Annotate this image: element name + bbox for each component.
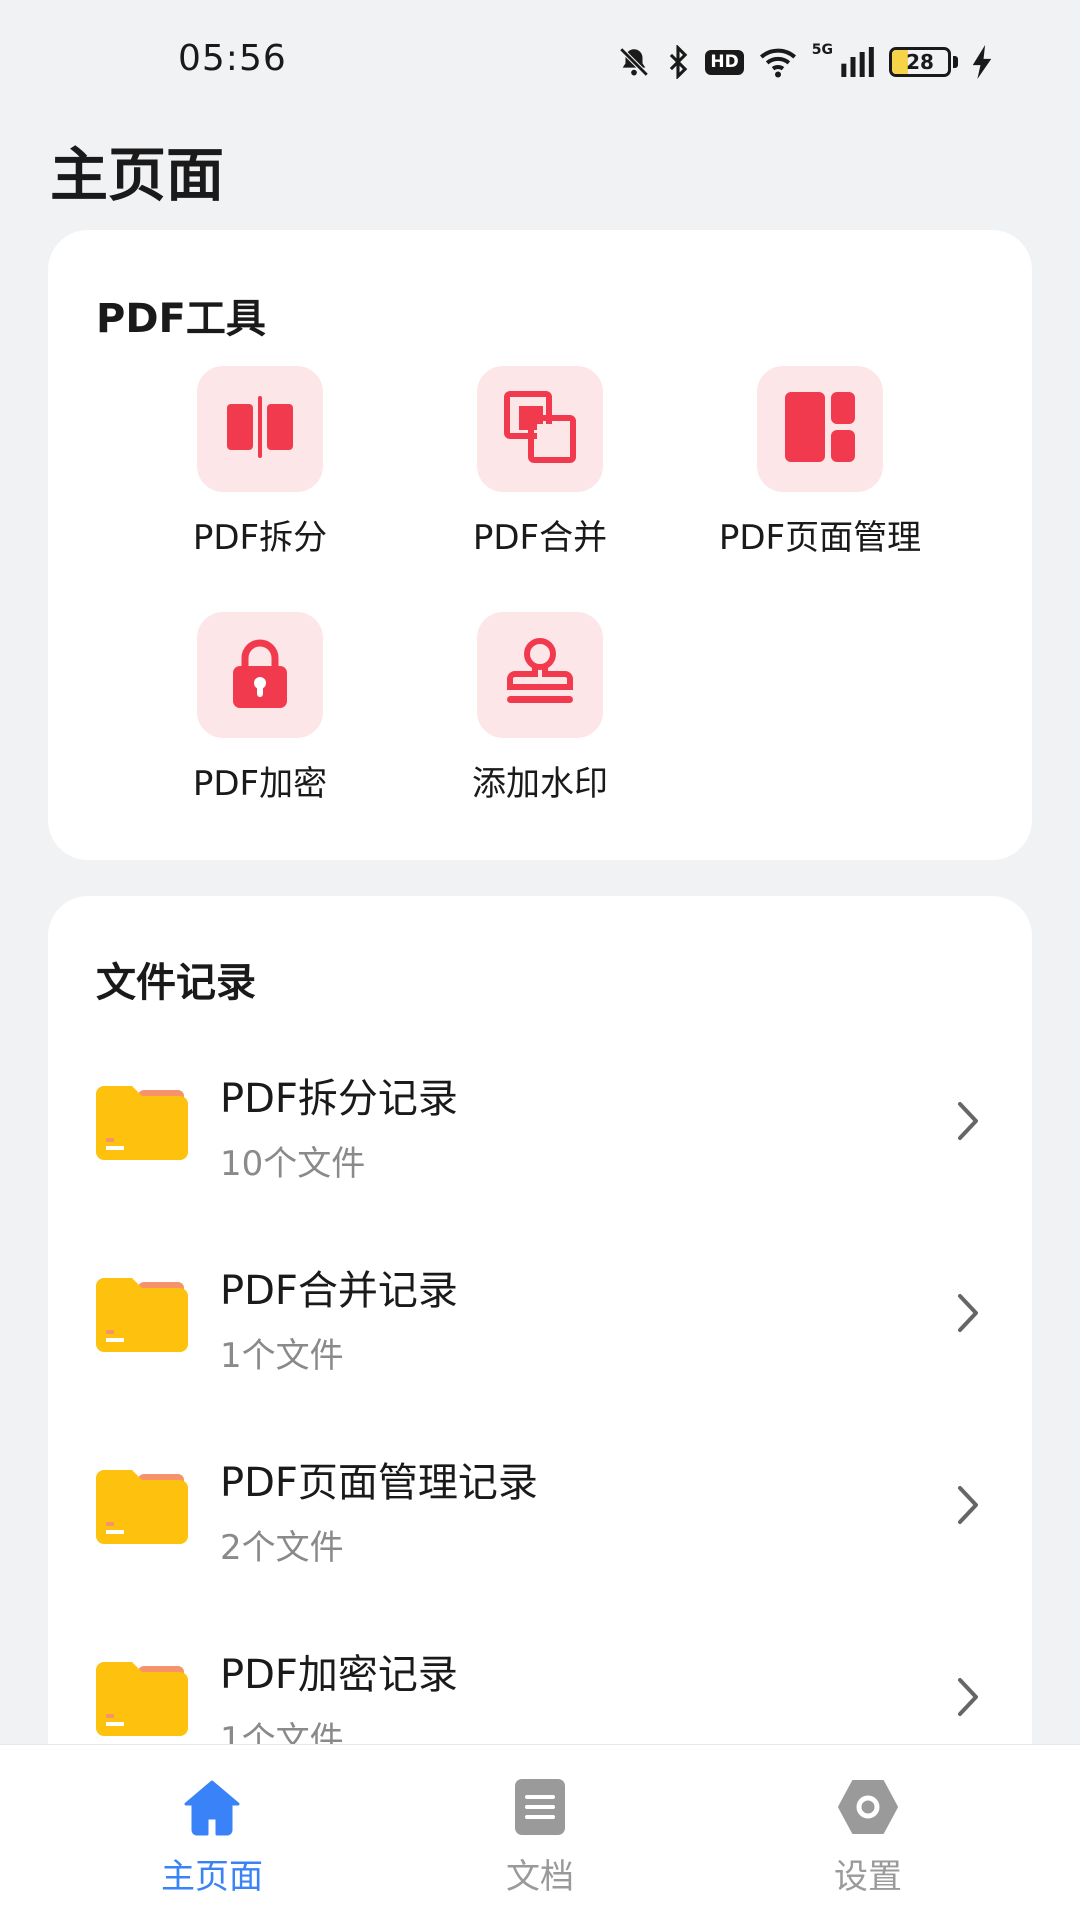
- bottom-nav: 主页面 文档 设置: [0, 1744, 1080, 1920]
- file-records-title: 文件记录: [96, 960, 256, 1006]
- merge-icon: [503, 390, 577, 468]
- nav-label: 文档: [506, 1857, 574, 1897]
- folder-icon: [96, 1276, 188, 1360]
- settings-icon: [768, 1775, 968, 1839]
- lock-icon: [223, 636, 297, 714]
- status-bar: 05:56 HD 5G 28: [0, 0, 1080, 120]
- nav-documents[interactable]: 文档: [440, 1775, 640, 1898]
- tool-pdf-split[interactable]: PDF拆分: [110, 366, 410, 559]
- battery-icon: 28: [889, 47, 951, 77]
- chevron-right-icon: [954, 1674, 984, 1724]
- chevron-right-icon: [954, 1098, 984, 1148]
- folder-icon: [96, 1468, 188, 1552]
- chevron-right-icon: [954, 1482, 984, 1532]
- chevron-right-icon: [954, 1290, 984, 1340]
- split-icon: [223, 390, 297, 468]
- nav-home[interactable]: 主页面: [112, 1775, 312, 1898]
- status-time: 05:56: [178, 38, 287, 79]
- tool-icon-tile: [477, 612, 603, 738]
- tool-pdf-page-manage[interactable]: PDF页面管理: [670, 366, 970, 559]
- folder-icon: [96, 1084, 188, 1168]
- record-item-page-manage[interactable]: PDF页面管理记录 2个文件: [96, 1450, 984, 1600]
- tool-icon-tile: [757, 366, 883, 492]
- nav-label: 设置: [834, 1857, 902, 1897]
- pdf-tools-title: PDF工具: [96, 296, 266, 342]
- tool-icon-tile: [197, 366, 323, 492]
- record-name: PDF加密记录: [220, 1652, 458, 1698]
- tool-label: PDF加密: [192, 764, 328, 804]
- tool-label: PDF拆分: [192, 518, 328, 558]
- folder-icon: [96, 1660, 188, 1744]
- mute-bell-icon: [617, 45, 651, 79]
- bluetooth-icon: [665, 45, 691, 79]
- nav-label: 主页面: [161, 1857, 263, 1897]
- signal-icon: [841, 47, 875, 77]
- tool-label: PDF页面管理: [718, 518, 922, 558]
- hd-badge: HD: [705, 49, 744, 75]
- record-count: 10个文件: [220, 1144, 366, 1184]
- battery-percent: 28: [906, 50, 934, 74]
- page-manage-icon: [783, 390, 857, 468]
- nav-settings[interactable]: 设置: [768, 1775, 968, 1898]
- stamp-icon: [503, 636, 577, 714]
- tool-add-watermark[interactable]: 添加水印: [390, 612, 690, 805]
- battery-tip: [953, 56, 958, 68]
- page-title: 主页面: [50, 141, 225, 209]
- tool-pdf-merge[interactable]: PDF合并: [390, 366, 690, 559]
- tool-icon-tile: [197, 612, 323, 738]
- home-icon: [112, 1775, 312, 1839]
- pdf-tools-card: PDF工具 PDF拆分 PDF合并 PDF页面管理 PDF加密 添加水印: [48, 230, 1032, 860]
- record-count: 2个文件: [220, 1528, 344, 1568]
- network-type: 5G: [811, 42, 833, 58]
- status-icons: HD 5G 28: [617, 40, 992, 84]
- record-item-merge[interactable]: PDF合并记录 1个文件: [96, 1258, 984, 1408]
- record-name: PDF页面管理记录: [220, 1460, 538, 1506]
- record-item-split[interactable]: PDF拆分记录 10个文件: [96, 1066, 984, 1216]
- tool-label: 添加水印: [472, 764, 608, 804]
- tool-label: PDF合并: [472, 518, 608, 558]
- record-name: PDF合并记录: [220, 1268, 458, 1314]
- record-name: PDF拆分记录: [220, 1076, 458, 1122]
- charging-icon: [972, 45, 992, 79]
- wifi-icon: [758, 45, 798, 79]
- record-count: 1个文件: [220, 1336, 344, 1376]
- tool-icon-tile: [477, 366, 603, 492]
- document-icon: [440, 1775, 640, 1839]
- tool-pdf-encrypt[interactable]: PDF加密: [110, 612, 410, 805]
